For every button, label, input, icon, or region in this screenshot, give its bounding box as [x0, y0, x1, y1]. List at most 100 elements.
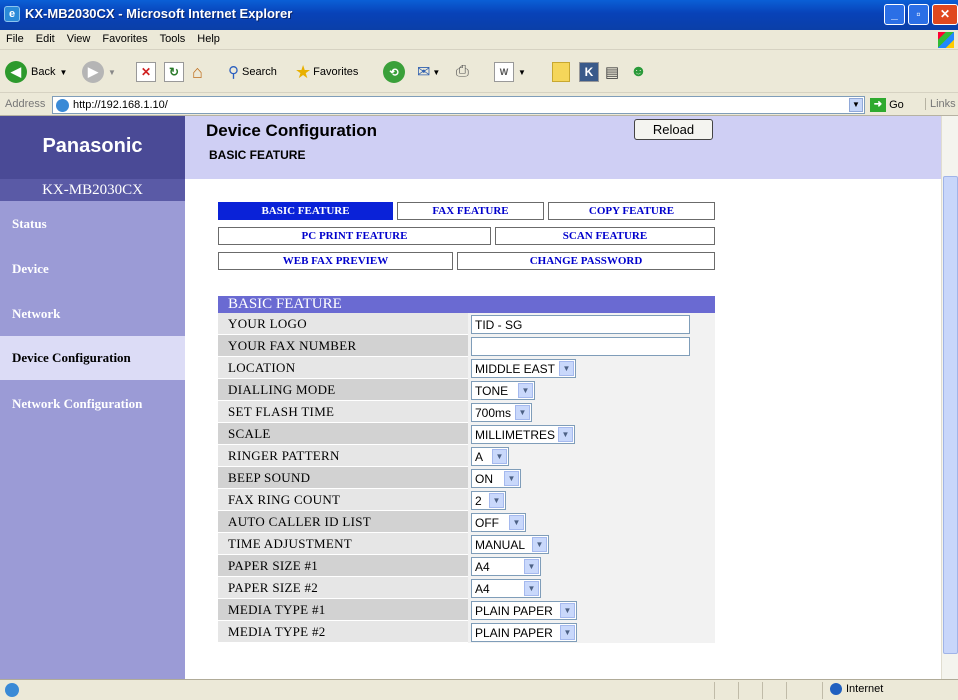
menu-edit[interactable]: Edit — [30, 30, 61, 45]
setting-select[interactable]: MILLIMETRES ▼ — [471, 425, 575, 444]
setting-select-value: TONE — [475, 384, 509, 398]
setting-value-cell: OFF ▼ — [468, 511, 715, 533]
chevron-down-icon: ▼ — [509, 515, 524, 530]
address-dropdown-icon[interactable]: ▼ — [849, 98, 863, 112]
tab-copy-feature[interactable]: COPY FEATURE — [548, 202, 715, 220]
settings-row: BEEP SOUND ON ▼ — [218, 467, 715, 489]
setting-select[interactable]: A4 ▼ — [471, 557, 541, 576]
setting-select[interactable]: PLAIN PAPER ▼ — [471, 601, 577, 620]
chevron-down-icon: ▼ — [504, 471, 519, 486]
menu-help[interactable]: Help — [191, 30, 226, 45]
tab-change-password[interactable]: CHANGE PASSWORD — [457, 252, 715, 270]
maximize-button[interactable]: ▫ — [908, 4, 929, 25]
tab-scan-feature[interactable]: SCAN FEATURE — [495, 227, 715, 245]
setting-value-cell: PLAIN PAPER ▼ — [468, 621, 715, 643]
setting-select[interactable]: A ▼ — [471, 447, 509, 466]
note-icon — [552, 62, 570, 82]
print-button[interactable]: ⎙ — [456, 60, 469, 84]
sidebar-item-network-configuration[interactable]: Network Configuration — [0, 382, 185, 426]
sidebar-item-device-configuration[interactable]: Device Configuration — [0, 336, 185, 380]
setting-label: PAPER SIZE #2 — [228, 580, 319, 595]
chevron-down-icon: ▼ — [524, 581, 539, 596]
home-button[interactable]: ⌂ — [192, 60, 203, 84]
sidebar: Panasonic KX-MB2030CX Status Device Netw… — [0, 116, 185, 679]
setting-value-cell: 700ms ▼ — [468, 401, 715, 423]
address-url: http://192.168.1.10/ — [73, 99, 168, 111]
search-button[interactable]: ⚲ Search — [228, 60, 277, 84]
settings-row: YOUR LOGO TID - SG — [218, 313, 715, 335]
reload-button[interactable]: Reload — [634, 119, 713, 140]
setting-select-value: PLAIN PAPER — [475, 604, 553, 618]
setting-select-value: 2 — [475, 494, 482, 508]
setting-select[interactable]: MIDDLE EAST ▼ — [471, 359, 576, 378]
setting-select[interactable]: TONE ▼ — [471, 381, 535, 400]
menu-view[interactable]: View — [61, 30, 97, 45]
history-button[interactable]: ⟲ — [383, 60, 405, 84]
mail-button[interactable]: ✉ ▼ — [417, 60, 440, 84]
sidebar-item-network[interactable]: Network — [0, 292, 185, 336]
close-button[interactable]: ✕ — [932, 4, 958, 25]
minimize-button[interactable]: _ — [884, 4, 905, 25]
setting-text-input[interactable] — [471, 337, 690, 356]
forward-button[interactable]: ▶ ▼ — [82, 60, 116, 84]
menu-file[interactable]: File — [0, 30, 30, 45]
setting-select[interactable]: A4 ▼ — [471, 579, 541, 598]
refresh-icon: ↻ — [164, 62, 184, 82]
setting-select[interactable]: 700ms ▼ — [471, 403, 532, 422]
tab-fax-feature[interactable]: FAX FEATURE — [397, 202, 544, 220]
page-icon — [56, 99, 69, 112]
settings-row: AUTO CALLER ID LIST OFF ▼ — [218, 511, 715, 533]
stop-button[interactable]: ✕ — [136, 60, 156, 84]
vertical-scrollbar[interactable] — [941, 116, 958, 679]
links-button[interactable]: Links — [925, 98, 956, 110]
sidebar-item-status[interactable]: Status — [0, 202, 185, 246]
favorites-button[interactable]: ★ Favorites — [295, 60, 358, 84]
page-header: Device Configuration BASIC FEATURE Reloa… — [185, 116, 958, 179]
stop-icon: ✕ — [136, 62, 156, 82]
setting-value-cell — [468, 335, 715, 357]
back-button[interactable]: ◀ Back ▼ — [5, 60, 67, 84]
settings-row: PAPER SIZE #2 A4 ▼ — [218, 577, 715, 599]
mail-icon: ✉ — [417, 64, 431, 81]
address-input[interactable]: http://192.168.1.10/ ▼ — [52, 96, 865, 114]
setting-select[interactable]: 2 ▼ — [471, 491, 506, 510]
internet-globe-icon — [830, 683, 842, 696]
menu-tools[interactable]: Tools — [154, 30, 192, 45]
setting-select-value: MANUAL — [475, 538, 526, 552]
edit-icon: W — [494, 62, 514, 82]
go-button[interactable]: ➜ Go — [870, 98, 904, 112]
research-button[interactable]: K — [579, 60, 599, 84]
tab-pc-print-feature[interactable]: PC PRINT FEATURE — [218, 227, 491, 245]
setting-select[interactable]: ON ▼ — [471, 469, 521, 488]
scrollbar-thumb[interactable] — [943, 176, 958, 654]
setting-select[interactable]: MANUAL ▼ — [471, 535, 549, 554]
refresh-button[interactable]: ↻ — [164, 60, 184, 84]
settings-row: YOUR FAX NUMBER — [218, 335, 715, 357]
setting-select-value: PLAIN PAPER — [475, 626, 553, 640]
research-icon: K — [579, 62, 599, 82]
setting-value-cell: TONE ▼ — [468, 379, 715, 401]
tab-web-fax-preview[interactable]: WEB FAX PREVIEW — [218, 252, 453, 270]
settings-row: SCALE MILLIMETRES ▼ — [218, 423, 715, 445]
back-arrow-icon: ◀ — [5, 61, 27, 83]
discuss-button[interactable] — [552, 60, 570, 84]
setting-text-input[interactable]: TID - SG — [471, 315, 690, 334]
chevron-down-icon: ▼ — [515, 405, 530, 420]
dictionary-button[interactable]: ▤ — [605, 60, 619, 84]
menu-favorites[interactable]: Favorites — [96, 30, 153, 45]
setting-select[interactable]: OFF ▼ — [471, 513, 526, 532]
sidebar-item-device[interactable]: Device — [0, 247, 185, 291]
page-subtitle: BASIC FEATURE — [209, 148, 306, 162]
edit-button[interactable]: W ▼ — [494, 60, 526, 84]
messenger-button[interactable]: ☻ — [630, 60, 647, 84]
menu-bar: File Edit View Favorites Tools Help — [0, 30, 958, 50]
print-icon: ⎙ — [456, 63, 469, 80]
model-name: KX-MB2030CX — [0, 179, 185, 201]
tab-basic-feature[interactable]: BASIC FEATURE — [218, 202, 393, 220]
chevron-down-icon: ▼ — [489, 493, 504, 508]
settings-row: MEDIA TYPE #1 PLAIN PAPER ▼ — [218, 599, 715, 621]
setting-label: MEDIA TYPE #1 — [228, 602, 326, 617]
setting-select[interactable]: PLAIN PAPER ▼ — [471, 623, 577, 642]
chevron-down-icon: ▼ — [524, 559, 539, 574]
brand-logo: Panasonic — [0, 116, 185, 179]
